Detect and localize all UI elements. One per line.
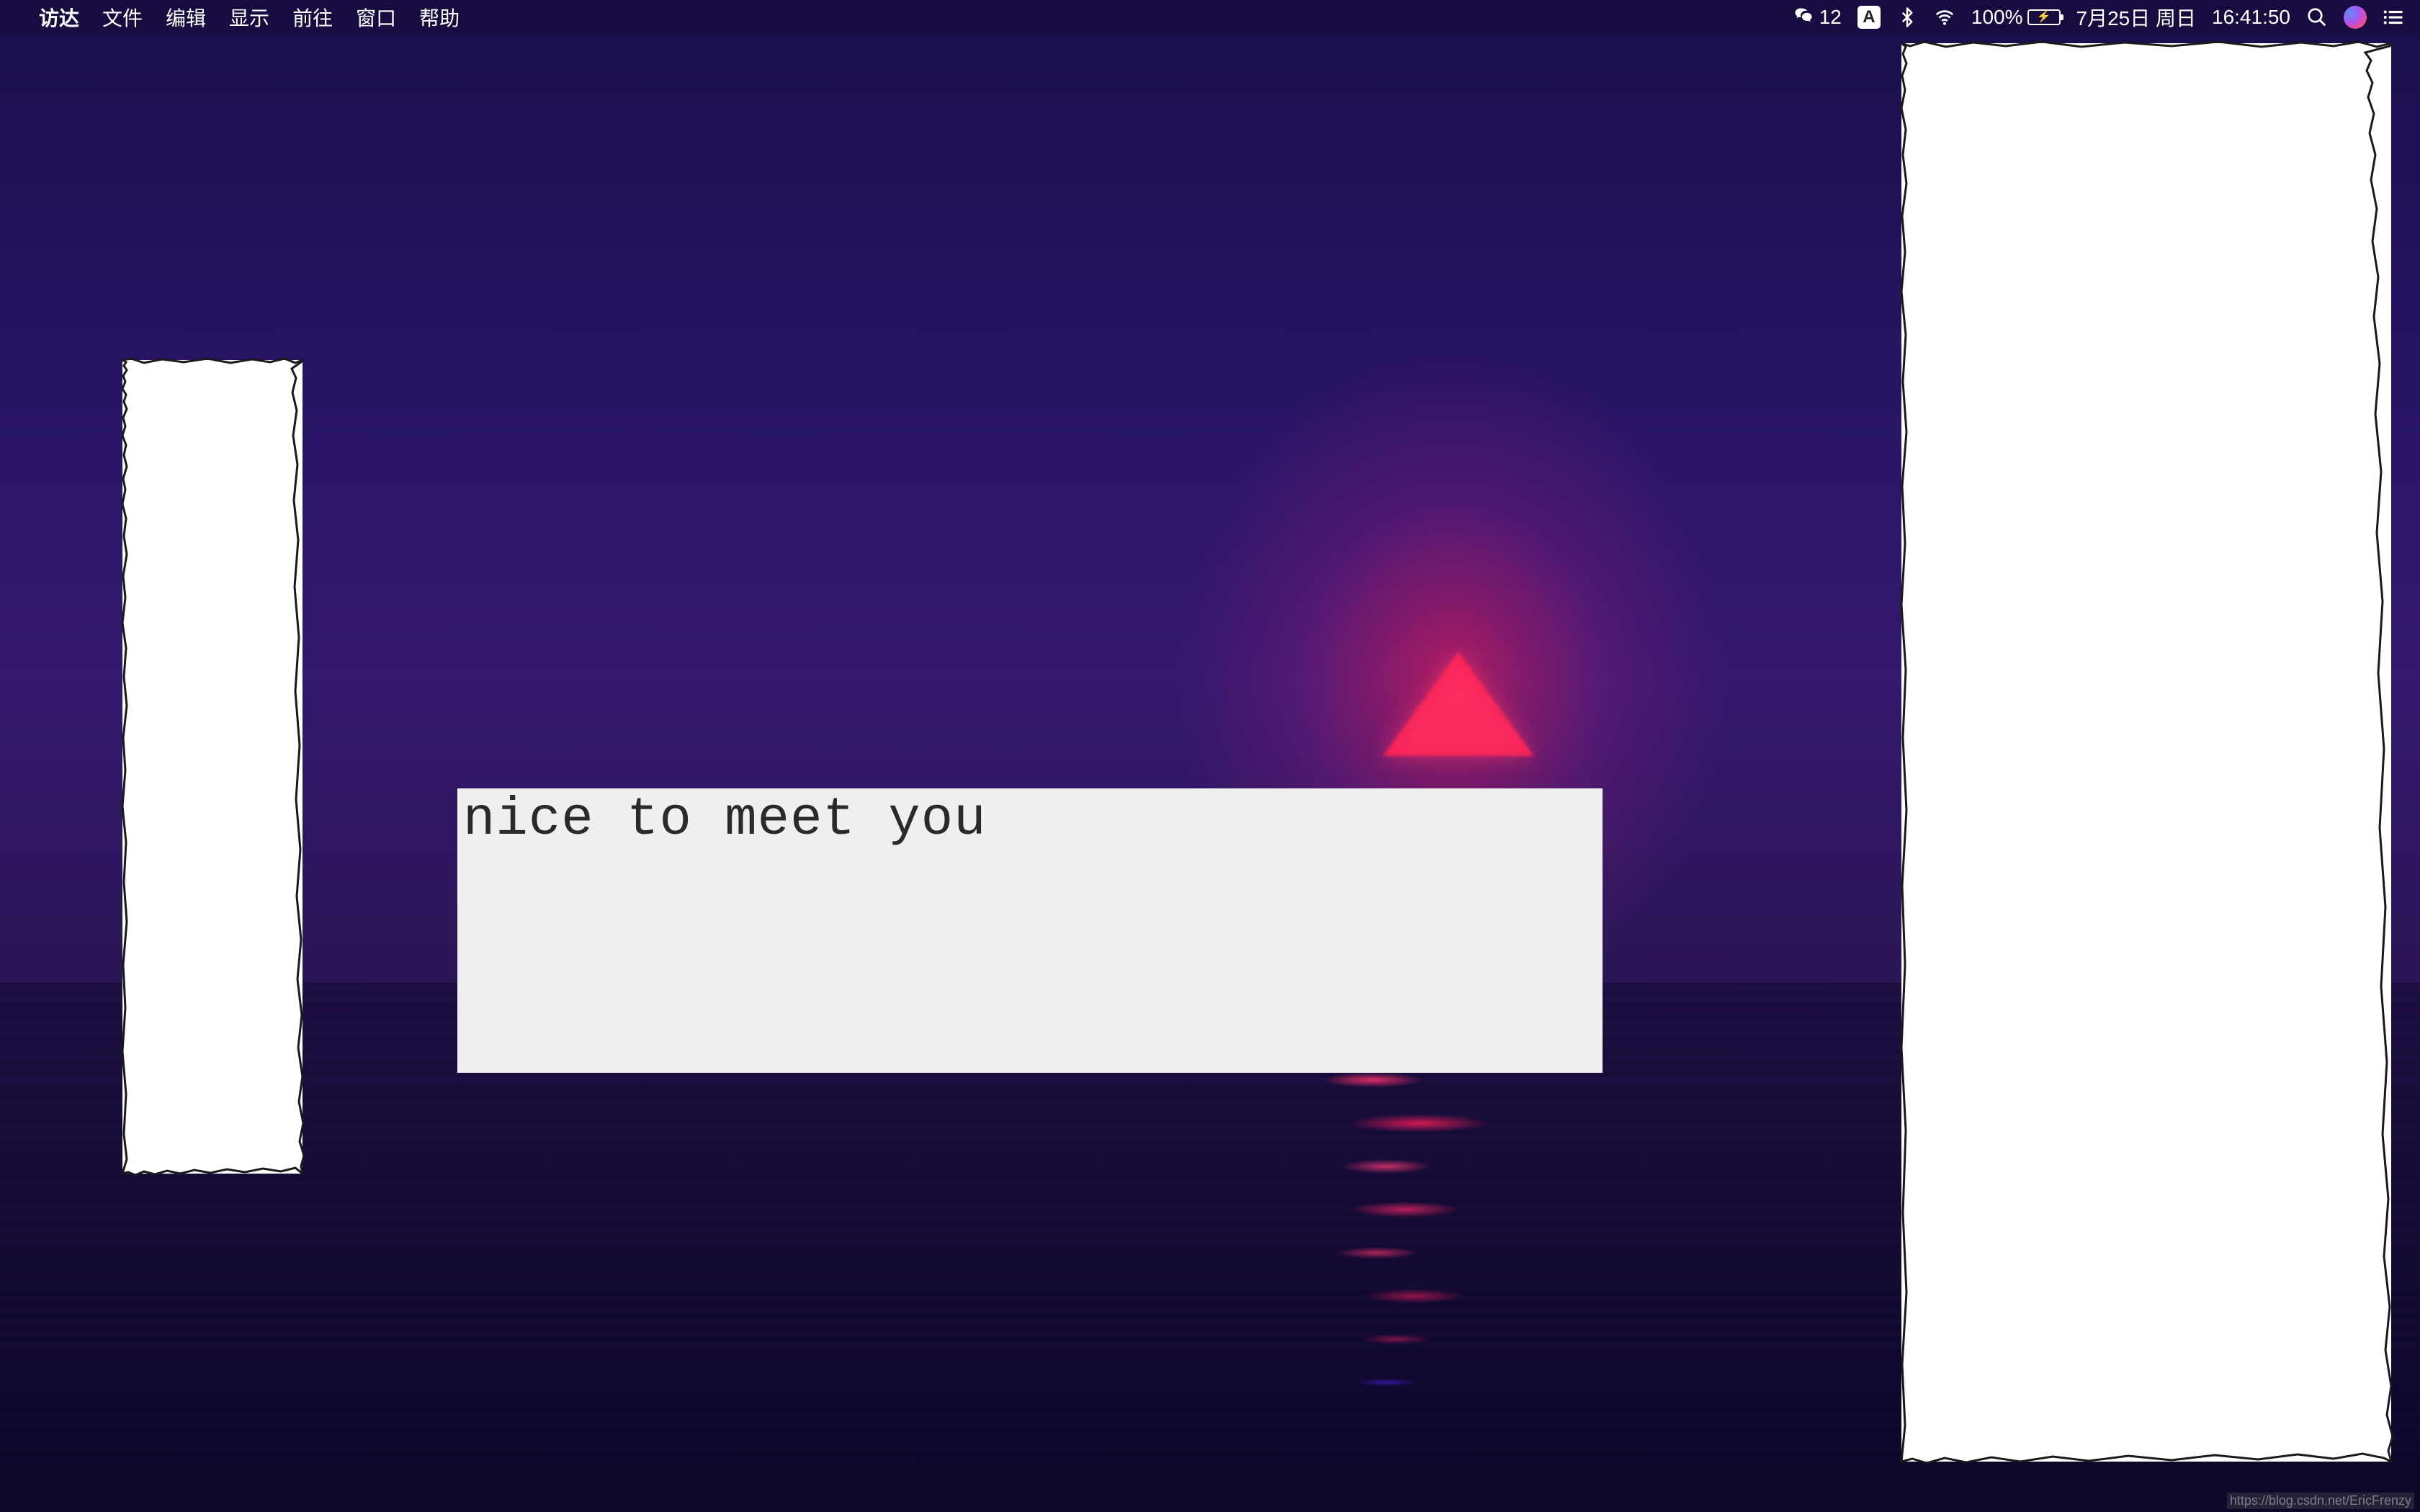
search-icon [2306, 6, 2328, 28]
menubar-right: 12 A 100% ⚡ 7月25日 周日 16:41:50 [1793, 3, 2420, 32]
wifi-svg-icon [1934, 6, 1955, 28]
wechat-count: 12 [1819, 6, 1842, 29]
tk-window-left[interactable] [122, 360, 302, 1174]
watermark-text: https://blog.csdn.net/EricFrenzy [2227, 1493, 2414, 1509]
input-source-badge[interactable]: A [1857, 6, 1881, 29]
spotlight-icon[interactable] [2306, 6, 2328, 28]
menu-app-name[interactable]: 访达 [27, 3, 91, 32]
menu-help[interactable]: 帮助 [408, 3, 471, 32]
menubar: 访达 文件 编辑 显示 前往 窗口 帮助 12 A 100% [0, 0, 2420, 35]
battery-status[interactable]: 100% ⚡ [1971, 6, 2061, 29]
menu-file[interactable]: 文件 [91, 3, 154, 32]
bluetooth-svg-icon [1896, 6, 1918, 28]
menubar-left: 访达 文件 编辑 显示 前往 窗口 帮助 [0, 3, 471, 32]
bluetooth-icon[interactable] [1896, 6, 1918, 28]
text-entry-content: nice to meet you [463, 790, 987, 850]
list-icon [2383, 6, 2404, 28]
menu-edit[interactable]: 编辑 [154, 3, 218, 32]
speech-bubble-icon [1793, 6, 1815, 28]
battery-percent-text: 100% [1971, 6, 2023, 29]
menu-go[interactable]: 前往 [281, 3, 344, 32]
sketch-border-right [1894, 36, 2398, 1469]
wallpaper-triangle [1383, 652, 1534, 756]
battery-charging-icon: ⚡ [2037, 12, 2051, 23]
menu-view[interactable]: 显示 [218, 3, 281, 32]
battery-icon: ⚡ [2027, 9, 2061, 25]
wifi-icon[interactable] [1934, 6, 1955, 28]
date-display[interactable]: 7月25日 周日 [2076, 3, 2197, 32]
tk-window-right[interactable] [1901, 43, 2391, 1462]
time-display[interactable]: 16:41:50 [2212, 6, 2290, 29]
wechat-status-icon[interactable]: 12 [1793, 6, 1842, 29]
siri-icon[interactable] [2344, 6, 2367, 29]
text-entry-window[interactable]: nice to meet you [457, 788, 1603, 1073]
menu-window[interactable]: 窗口 [344, 3, 408, 32]
control-center-icon[interactable] [2383, 6, 2404, 28]
sketch-border-left [115, 353, 310, 1181]
